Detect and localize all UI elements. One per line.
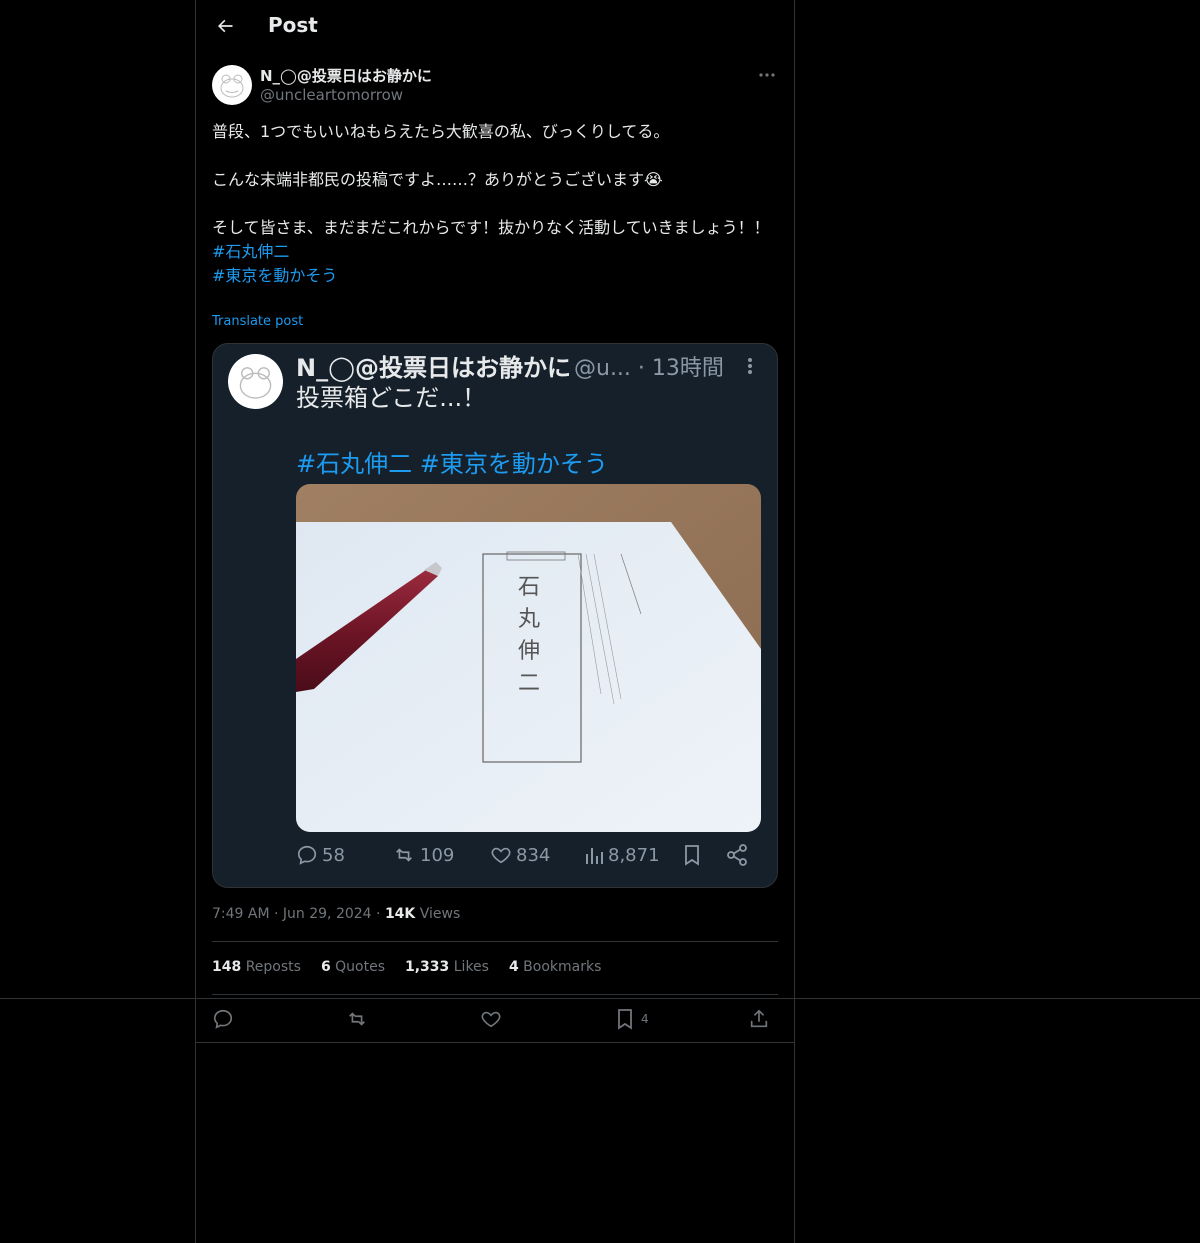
divider (212, 994, 778, 995)
bookmark-button[interactable]: 4 (615, 1005, 649, 1033)
share-button[interactable] (748, 1005, 770, 1033)
share-icon (750, 1009, 768, 1028)
bookmark-count: 4 (641, 1012, 649, 1026)
reply-icon (297, 845, 317, 865)
user-handle[interactable]: @uncleartomorrow (260, 86, 403, 104)
avatar[interactable] (212, 65, 252, 105)
views-label: Views (419, 906, 461, 922)
more-options-button[interactable] (756, 64, 778, 86)
divider (212, 941, 778, 942)
likes-stat[interactable]: 1,333 Likes (405, 959, 489, 975)
post-text: 普段、1つでもいいねもらえたら大歓喜の私、びっくりしてる。 こんな末端非都民の投… (212, 120, 772, 288)
screenshot-views: 8,871 (584, 844, 660, 866)
views-count: 14K (384, 906, 416, 922)
post-time[interactable]: 7:49 AM (212, 906, 270, 922)
post-meta: 7:49 AM · Jun 29, 2024 · 14K Views (212, 906, 460, 922)
bookmark-icon (618, 1009, 632, 1030)
frog-avatar-icon (239, 367, 272, 399)
reply-button[interactable] (212, 1005, 234, 1033)
bookmarks-stat[interactable]: 4 Bookmarks (509, 959, 601, 975)
post-date[interactable]: Jun 29, 2024 (283, 906, 372, 922)
top-bar: Post (196, 0, 794, 53)
embedded-screenshot-image[interactable]: N_◯@投票日はお静かに @u... · 13時間 投票箱どこだ...！ #石丸… (212, 343, 778, 888)
page-title: Post (268, 13, 318, 37)
ballot-character: 伸 (518, 639, 540, 664)
analytics-icon (586, 848, 603, 864)
back-button[interactable] (208, 9, 242, 43)
divider (196, 1042, 794, 1043)
repost-icon (396, 848, 412, 862)
arrow-left-icon (218, 19, 233, 33)
reply-icon (213, 1009, 233, 1029)
screenshot-post-text: 投票箱どこだ...！ (296, 384, 487, 412)
post-text-line (212, 192, 772, 216)
heart-icon (491, 847, 511, 864)
more-dots-icon (759, 73, 775, 77)
screenshot-avatar (228, 354, 283, 409)
ballot-character: 石 (518, 575, 540, 600)
screenshot-share-icon (726, 844, 748, 866)
hashtag-link[interactable]: #東京を動かそう (212, 264, 772, 288)
post-text-line: そして皆さま、まだまだこれからです！抜かりなく活動していきましょう！！ (212, 218, 770, 237)
screenshot-hashtags: #石丸伸二 #東京を動かそう (296, 450, 608, 478)
post-author: N_◯@投票日はお静かに @uncleartomorrow (212, 64, 778, 108)
repost-button[interactable] (345, 1005, 369, 1033)
frog-avatar-icon (220, 74, 244, 98)
hashtag-link[interactable]: #石丸伸二 (212, 240, 772, 264)
screenshot-bookmark-icon (682, 844, 702, 866)
screenshot-action-bar: 58 109 834 8,871 (296, 844, 756, 874)
screenshot-reposts: 109 (392, 844, 454, 866)
screenshot-likes: 834 (490, 844, 550, 866)
like-button[interactable] (480, 1005, 502, 1033)
divider (0, 998, 1200, 999)
screenshot-more-icon (740, 354, 760, 378)
post-action-bar: 4 (212, 1005, 778, 1033)
ballot-photo: 石丸伸二 (296, 484, 761, 832)
quotes-stat[interactable]: 6 Quotes (321, 959, 385, 975)
reposts-stat[interactable]: 148 Reposts (212, 959, 301, 975)
translate-post-link[interactable]: Translate post (212, 314, 303, 329)
post-text-line: こんな末端非都民の投稿ですよ……？ありがとうございます😭 (212, 170, 663, 189)
post-stats: 148 Reposts 6 Quotes 1,333 Likes 4 Bookm… (212, 959, 601, 975)
separator: · (274, 906, 283, 922)
heart-icon (481, 1011, 501, 1028)
screenshot-replies: 58 (296, 844, 345, 866)
post-text-line: 普段、1つでもいいねもらえたら大歓喜の私、びっくりしてる。 (212, 122, 670, 141)
ballot-character: 二 (518, 671, 540, 696)
screenshot-handle-time: @u... · 13時間 (574, 356, 724, 381)
display-name[interactable]: N_◯@投票日はお静かに (260, 65, 432, 86)
repost-icon (349, 1012, 365, 1026)
ballot-character: 丸 (518, 607, 540, 632)
main-column: Post N_◯@投票日はお静かに @uncleartomorrow 普段、1つ… (195, 0, 795, 1243)
separator: · (376, 906, 385, 922)
post-text-line (212, 144, 772, 168)
